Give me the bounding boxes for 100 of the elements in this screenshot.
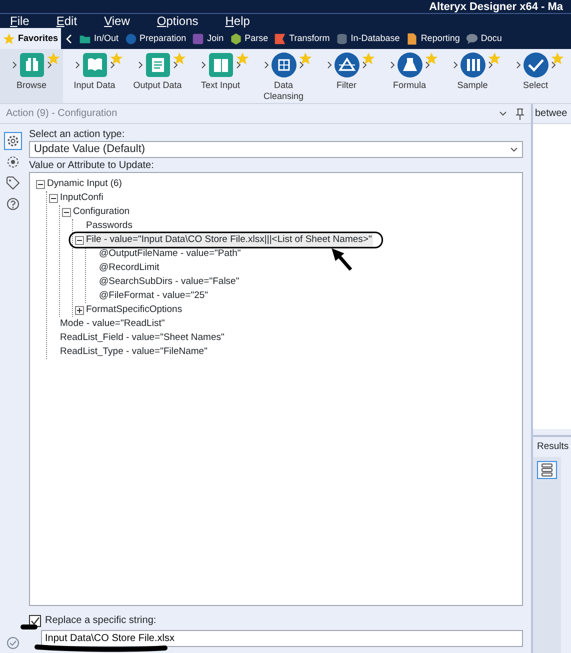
tree-item[interactable]: Passwords <box>85 218 134 234</box>
category-tab[interactable]: Docu <box>462 28 505 49</box>
tool-icon <box>396 51 424 79</box>
favorite-star-icon[interactable] <box>236 52 249 65</box>
chevron-right-icon <box>172 61 178 69</box>
chevron-right-icon <box>200 61 206 69</box>
tree-item[interactable]: ReadList_Field - value="Sheet Names" <box>59 330 226 346</box>
window-title: Alteryx Designer x64 - Ma <box>429 1 563 13</box>
help-icon <box>6 197 20 211</box>
chevron-right-icon <box>424 61 430 69</box>
panel-title: Action (9) - Configuration <box>6 107 118 121</box>
tool-icon <box>144 51 172 79</box>
action-type-dropdown[interactable]: Update Value (Default) <box>29 141 523 158</box>
tree-item[interactable]: FormatSpecificOptions <box>85 302 184 318</box>
category-tab[interactable]: Reporting <box>402 28 463 49</box>
tree-item[interactable]: Configuration <box>72 204 131 220</box>
tree-item[interactable]: ReadList_Type - value="FileName" <box>59 344 208 360</box>
chevron-right-icon <box>488 61 492 69</box>
tool-button[interactable]: Input Data <box>63 49 126 103</box>
favorite-star-icon[interactable] <box>551 52 564 65</box>
category-tab[interactable]: Parse <box>226 28 272 49</box>
chevron-right-icon <box>452 61 458 69</box>
chevron-right-icon <box>516 61 520 69</box>
chevron-right-icon <box>236 61 240 69</box>
category-tab[interactable]: In-Database <box>332 28 403 49</box>
settings-icon <box>6 134 20 148</box>
menu-item[interactable]: Options <box>156 14 198 28</box>
tree-item[interactable]: @RecordLimit <box>98 260 160 276</box>
target-icon <box>6 155 20 169</box>
panel-title: Results <box>537 440 569 454</box>
tool-icon <box>270 51 298 79</box>
menu-item[interactable]: Help <box>225 14 250 28</box>
tree-item[interactable]: Mode - value="ReadList" <box>59 316 166 332</box>
list-view-icon[interactable] <box>537 461 557 479</box>
favorite-star-icon[interactable] <box>362 52 375 65</box>
side-tab[interactable] <box>4 132 22 150</box>
tool-button[interactable]: Select <box>504 49 567 103</box>
collapse-icon[interactable] <box>36 180 44 188</box>
panel-text: betwee <box>535 107 568 121</box>
category-tab[interactable]: Favorites <box>0 28 62 49</box>
menu-item[interactable]: View <box>104 14 130 28</box>
hand-drawn-arrow <box>332 248 352 271</box>
replace-string-field[interactable]: Input Data\CO Store File.xlsx <box>41 630 523 647</box>
tool-button[interactable]: Output Data <box>126 49 189 103</box>
checkbox[interactable] <box>29 614 41 626</box>
chevron-down-icon[interactable] <box>499 110 507 116</box>
category-tab[interactable]: Transform <box>271 28 333 49</box>
menu-item[interactable]: Edit <box>56 14 78 28</box>
tool-icon <box>458 51 486 79</box>
tree-item[interactable]: Dynamic Input (6) <box>46 176 123 192</box>
check-circle-icon <box>6 636 20 650</box>
tree-item[interactable]: @OutputFileName - value="Path" <box>98 246 242 262</box>
favorite-star-icon[interactable] <box>488 52 501 65</box>
category-tab[interactable]: In/Out <box>76 28 122 49</box>
chevron-right-icon <box>326 61 332 69</box>
chevron-right-icon <box>74 61 80 69</box>
tree-item[interactable]: @FileFormat - value="25" <box>98 288 210 304</box>
side-tab[interactable] <box>4 195 22 213</box>
hand-drawn-mark <box>20 624 38 630</box>
checkbox-label: Replace a specific string: <box>45 614 156 627</box>
collapse-icon[interactable] <box>74 236 84 244</box>
collapse-icon[interactable] <box>48 194 58 202</box>
chevron-right-icon <box>138 61 142 69</box>
tool-icon <box>332 51 360 79</box>
tool-icon <box>206 51 234 79</box>
expand-icon[interactable] <box>74 306 84 314</box>
tree-item[interactable]: InputConfi <box>59 190 104 206</box>
favorite-star-icon[interactable] <box>425 52 438 65</box>
side-tab[interactable] <box>4 174 22 192</box>
field-label: Value or Attribute to Update: <box>29 159 155 172</box>
tool-button[interactable]: Data Cleansing <box>252 49 315 103</box>
tree-item[interactable]: @SearchSubDirs - value="False" <box>98 274 240 290</box>
category-tab[interactable]: Join <box>189 28 227 49</box>
chevron-down-icon <box>510 146 518 152</box>
favorite-star-icon[interactable] <box>47 52 60 65</box>
tool-button[interactable]: Text Input <box>189 49 252 103</box>
tool-button[interactable]: Sample <box>441 49 504 103</box>
pin-icon[interactable] <box>515 108 525 120</box>
tree-item[interactable]: File - value="Input Data\CO Store File.xlsx|||<List of Sheet Names>" <box>85 232 373 248</box>
favorite-star-icon[interactable] <box>299 52 312 65</box>
chevron-right-icon <box>550 61 556 69</box>
field-label: Select an action type: <box>29 128 126 141</box>
tool-button[interactable]: Browse <box>0 49 63 103</box>
favorite-star-icon[interactable] <box>173 52 186 65</box>
chevron-right-icon <box>390 61 394 69</box>
chevron-right-icon <box>298 61 304 69</box>
menu-item[interactable]: File <box>10 14 30 28</box>
chevron-right-icon <box>110 61 114 69</box>
favorite-star-icon[interactable] <box>110 52 123 65</box>
category-tab[interactable]: Preparation <box>122 28 190 49</box>
tool-button[interactable]: Formula <box>378 49 441 103</box>
tag-icon <box>6 176 20 190</box>
collapse-icon[interactable] <box>62 208 70 216</box>
tool-icon <box>18 51 46 79</box>
chevron-right-icon <box>362 61 366 69</box>
chevron-right-icon <box>264 61 268 69</box>
chevron-right-icon <box>46 61 52 69</box>
tool-button[interactable]: Filter <box>315 49 378 103</box>
chevron-right-icon <box>12 61 16 69</box>
tool-icon <box>80 51 108 79</box>
